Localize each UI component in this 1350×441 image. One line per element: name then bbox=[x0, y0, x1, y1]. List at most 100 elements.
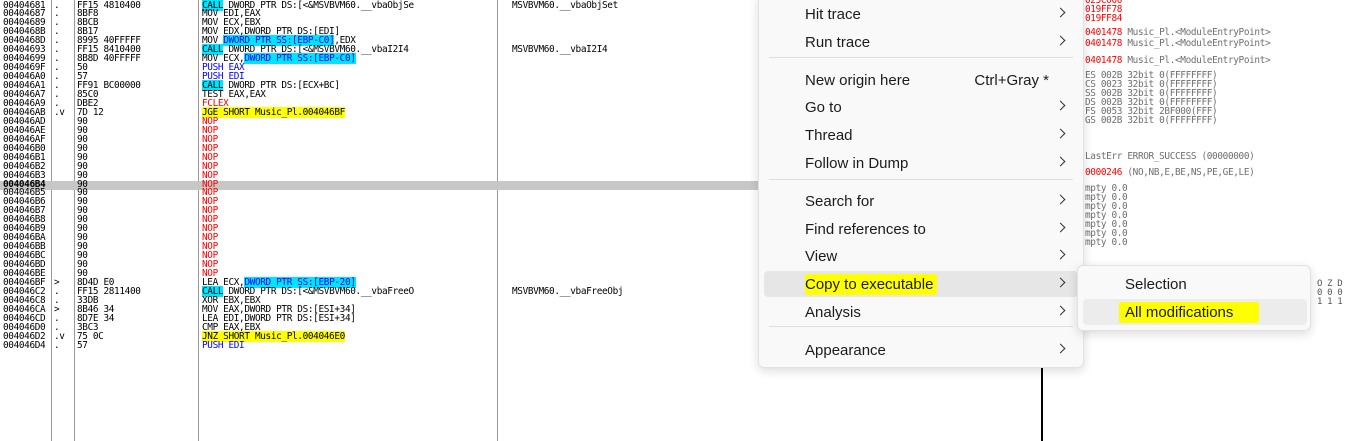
menu-item-label: Run trace bbox=[805, 34, 871, 51]
disassembly-row[interactable]: 004046BC 90 NOP bbox=[0, 251, 760, 261]
menu-item-label: Hit trace bbox=[805, 6, 861, 23]
disassembly-row[interactable]: 004046A7. 85C0 TEST EAX,EAX bbox=[0, 90, 760, 100]
disassembly-row[interactable]: 004046A9. DBE2 FCLEX bbox=[0, 99, 760, 109]
submenu-item-selection[interactable]: Selection bbox=[1083, 271, 1307, 297]
register-value: 019FF84 bbox=[1085, 13, 1123, 24]
register-line[interactable]: 0000246 (NO,NB,E,BE,NS,PE,GE,LE) bbox=[1085, 167, 1255, 178]
register-line[interactable]: LastErr ERROR_SUCCESS (00000000) bbox=[1085, 150, 1255, 162]
submenu-item-all-modifications[interactable]: All modifications bbox=[1083, 299, 1307, 325]
chevron-right-icon bbox=[1055, 343, 1066, 354]
menu-item-label: Go to bbox=[805, 99, 842, 116]
disassembly-row[interactable]: 0040469F. 50 PUSH EAX bbox=[0, 63, 760, 73]
menu-item-analysis[interactable]: Analysis bbox=[764, 299, 1078, 325]
disassembly-row[interactable]: 004046C2. FF15 2811400 CALL DWORD PTR DS:[… bbox=[0, 285, 760, 297]
chevron-right-icon bbox=[1055, 194, 1066, 205]
disassembly-row[interactable]: 004046CA >8B46 34 MOV EAX,DWORD PTR DS:[ES… bbox=[0, 305, 760, 315]
menu-item-label: Follow in Dump bbox=[805, 155, 909, 172]
instruction-token: JGE SHORT Music_Pl.004046BF bbox=[202, 106, 345, 118]
disassembly-row[interactable]: 004046B7 90 NOP bbox=[0, 206, 760, 216]
register-value: 0401478 bbox=[1085, 38, 1123, 49]
chevron-right-icon bbox=[1055, 7, 1066, 18]
menu-item-copy-to-executable[interactable]: Copy to executable bbox=[764, 271, 1078, 297]
register-line[interactable]: 0401478 Music_Pl.<ModuleEntryPoint> bbox=[1085, 38, 1271, 49]
register-value: 0401478 bbox=[1085, 26, 1123, 38]
disassembly-row[interactable]: 004046B5 90 NOP bbox=[0, 188, 760, 198]
register-detail: GS 002B 32bit 0(FFFFFFFF) bbox=[1085, 114, 1218, 126]
disassembly-row[interactable]: 004046B8 90 NOP bbox=[0, 215, 760, 225]
menu-item-label: Appearance bbox=[805, 342, 886, 359]
disassembly-row[interactable]: 004046D4. 57 PUSH EDI bbox=[0, 339, 760, 351]
menu-item-appearance[interactable]: Appearance bbox=[764, 337, 1078, 363]
comment-cell: MSVBVM60.__vbaI2I4 bbox=[512, 44, 608, 56]
menu-item-search-for[interactable]: Search for bbox=[764, 188, 1078, 214]
hex-bytes-cell: 57 bbox=[77, 339, 88, 351]
disassembly-row[interactable]: 004046BA 90 NOP bbox=[0, 233, 760, 243]
disassembly-row[interactable]: 004046D2 .v 75 0C JNZ SHORT Music_Pl.004046… bbox=[0, 330, 760, 342]
register-value: 0401478 bbox=[1085, 55, 1123, 66]
submenu-item-label: Selection bbox=[1125, 276, 1187, 293]
register-line[interactable]: GS 002B 32bit 0(FFFFFFFF) bbox=[1085, 114, 1218, 126]
menu-item-label: Analysis bbox=[805, 304, 861, 321]
disassembly-row[interactable]: 00404689. 8BCB MOV ECX,EBX bbox=[0, 18, 760, 28]
address-cell: 004046D4 bbox=[3, 339, 46, 351]
disassembly-row[interactable]: 004046CD. 8D7E 34 LEA EDI,DWORD PTR DS:[ES… bbox=[0, 314, 760, 324]
menu-item-hit-trace[interactable]: Hit trace bbox=[764, 1, 1078, 27]
menu-separator bbox=[769, 179, 1073, 180]
disassembly-row[interactable]: 004046B1 90 NOP bbox=[0, 152, 760, 163]
disassembly-row[interactable]: 004046B3 90 NOP bbox=[0, 170, 760, 181]
register-detail: (NO,NB,E,BE,NS,PE,GE,LE) bbox=[1122, 167, 1255, 178]
menu-item-thread[interactable]: Thread bbox=[764, 122, 1078, 148]
menu-item-label: Thread bbox=[805, 127, 853, 144]
disassembly-row[interactable]: 004046BD 90 NOP bbox=[0, 260, 760, 270]
register-detail: Music_Pl.<ModuleEntryPoint> bbox=[1122, 38, 1271, 49]
disassembly-row[interactable]: 004046AF 90 NOP bbox=[0, 135, 760, 145]
disassembly-row[interactable]: 004046BE 90 NOP bbox=[0, 269, 760, 279]
disassembly-row[interactable]: 004046AE 90 NOP bbox=[0, 126, 760, 136]
context-menu: Hit trace Run trace New origin here Ctrl+Gr… bbox=[758, 0, 1084, 368]
register-detail: LastErr ERROR_SUCCESS (00000000) bbox=[1085, 150, 1255, 162]
disassembly-row[interactable]: 004046AB .v 7D 12 JGE SHORT Music_Pl.004046… bbox=[0, 106, 760, 118]
registers-pane[interactable]: 025C000 019FF78 019FF84 0401478 Music_Pl.<M… bbox=[1043, 0, 1350, 441]
register-value: 0000246 bbox=[1085, 167, 1123, 178]
instruction-cell: PUSH EDI bbox=[202, 340, 245, 351]
disassembly-row[interactable]: 00404681. FF15 4810400 CALL DWORD PTR DS:[… bbox=[0, 0, 760, 11]
disassembly-row[interactable]: 004046B2 90 NOP bbox=[0, 161, 760, 172]
disassembly-row[interactable]: 00404687. 8BF8 MOV EDI,EAX bbox=[0, 9, 760, 19]
chevron-right-icon bbox=[1055, 156, 1066, 167]
comment-cell: MSVBVM60.__vbaObjSet bbox=[512, 0, 618, 11]
register-detail: Music_Pl.<ModuleEntryPoint> bbox=[1122, 26, 1271, 38]
register-line[interactable]: 019FF84 bbox=[1085, 14, 1122, 23]
menu-item-label: Search for bbox=[805, 193, 875, 210]
register-line[interactable]: mpty 0.0 bbox=[1085, 237, 1128, 248]
menu-item-view[interactable]: View bbox=[764, 243, 1078, 269]
register-line[interactable]: 0401478 Music_Pl.<ModuleEntryPoint> bbox=[1085, 55, 1271, 66]
menu-item-go-to[interactable]: Go to bbox=[764, 94, 1078, 120]
menu-item-find-references-to[interactable]: Find references to bbox=[764, 216, 1078, 242]
disassembly-row[interactable]: 004046BB 90 NOP bbox=[0, 242, 760, 252]
menu-item-run-trace[interactable]: Run trace bbox=[764, 29, 1078, 55]
menu-separator bbox=[769, 326, 1073, 327]
disassembly-row[interactable]: 004046D0. 3BC3 CMP EAX,EBX bbox=[0, 322, 760, 333]
disassembly-row[interactable]: 004046B0 90 NOP bbox=[0, 143, 760, 154]
disassembly-row[interactable]: 004046C8. 33DB XOR EBX,EBX bbox=[0, 296, 760, 306]
disassembly-pane[interactable]: 00404681. FF15 4810400 CALL DWORD PTR DS:[… bbox=[0, 0, 760, 441]
menu-item-follow-in-dump[interactable]: Follow in Dump bbox=[764, 150, 1078, 176]
chevron-right-icon bbox=[1055, 100, 1066, 111]
register-line[interactable]: 0401478 Music_Pl.<ModuleEntryPoint> bbox=[1085, 26, 1271, 38]
register-detail: mpty 0.0 bbox=[1085, 237, 1128, 248]
disassembly-row[interactable]: 004046AD 90 NOP bbox=[0, 117, 760, 127]
disassembly-row[interactable]: 00404699. 8B8D 40FFFFF MOV ECX,DWORD PTR S… bbox=[0, 53, 760, 65]
chevron-right-icon bbox=[1055, 128, 1066, 139]
chevron-right-icon bbox=[1055, 277, 1066, 288]
menu-item-new-origin-here[interactable]: New origin here Ctrl+Gray * bbox=[764, 67, 1078, 93]
chevron-right-icon bbox=[1055, 249, 1066, 260]
menu-item-shortcut: Ctrl+Gray * bbox=[974, 72, 1049, 89]
disassembly-row[interactable]: 004046B6 90 NOP bbox=[0, 197, 760, 207]
disassembly-row[interactable]: 004046B9 90 NOP bbox=[0, 224, 760, 234]
chevron-right-icon bbox=[1055, 305, 1066, 316]
disassembly-row[interactable]: 004046B4 90 NOP bbox=[0, 179, 760, 190]
menu-item-label: Copy to executable bbox=[805, 274, 938, 295]
menu-separator bbox=[769, 57, 1073, 58]
disassembly-row[interactable]: 004046A1. FF91 BC00000 CALL DWORD PTR DS:[… bbox=[0, 80, 760, 92]
menu-item-label: View bbox=[805, 248, 838, 265]
